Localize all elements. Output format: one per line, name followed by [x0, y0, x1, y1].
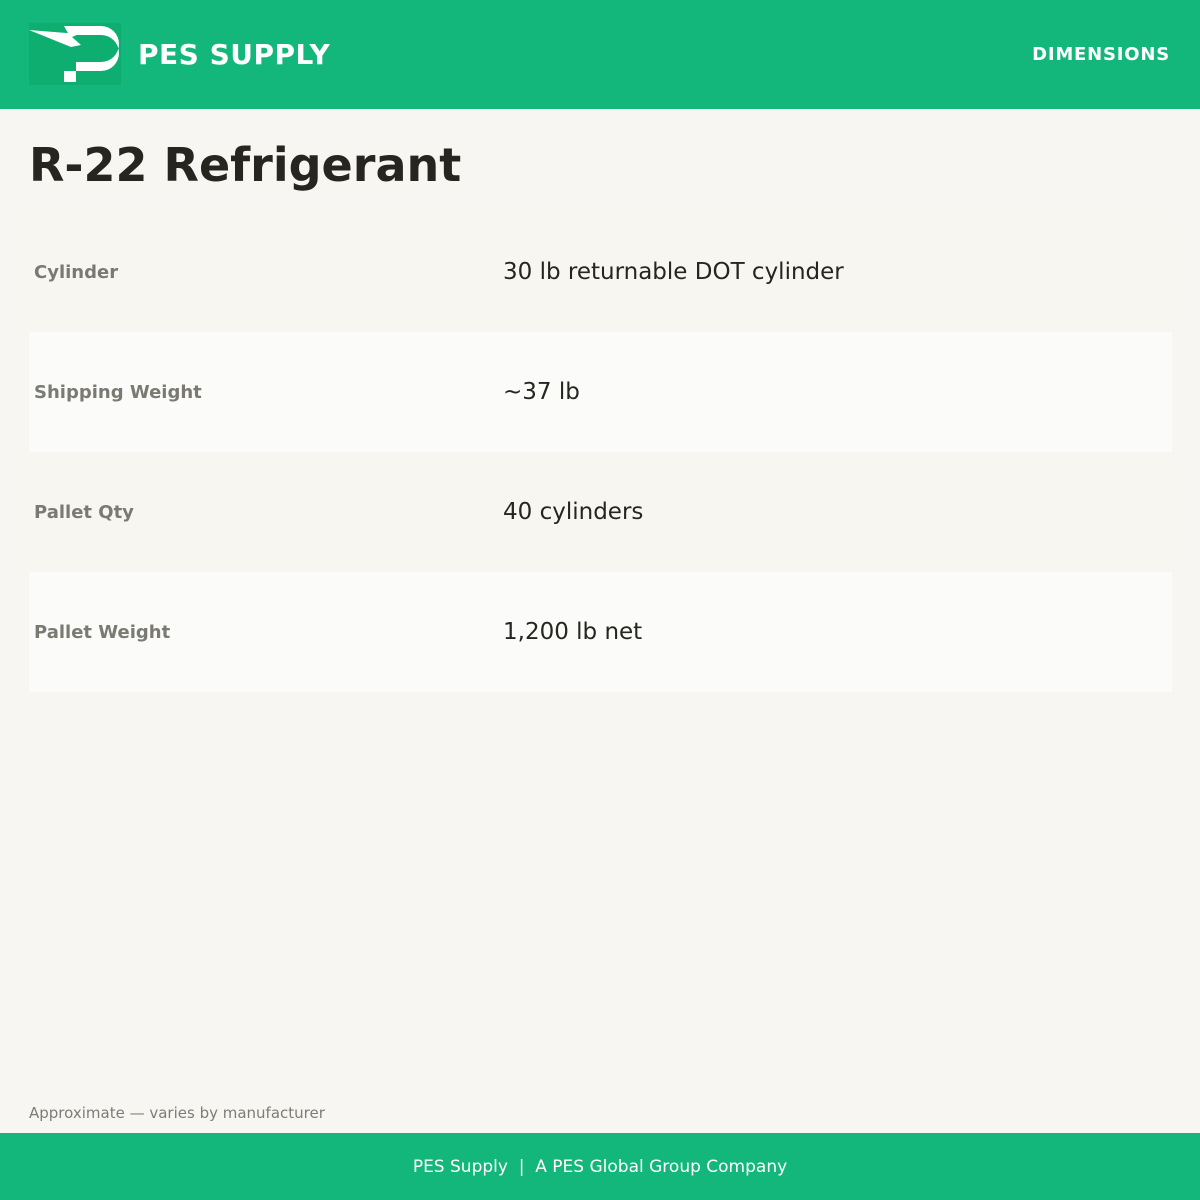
spec-value: 30 lb returnable DOT cylinder [503, 259, 844, 285]
spec-label: Cylinder [34, 261, 119, 283]
footer-text: PES Supply | A PES Global Group Company [412, 1156, 788, 1177]
spec-row-pallet-qty: Pallet Qty 40 cylinders [29, 452, 1172, 572]
spec-table: Cylinder 30 lb returnable DOT cylinder S… [29, 212, 1172, 692]
spec-value: ~37 lb [503, 379, 580, 405]
page-footer: PES Supply | A PES Global Group Company [0, 1133, 1200, 1200]
spec-row-shipping-weight: Shipping Weight ~37 lb [29, 332, 1172, 452]
brand-name: PES SUPPLY [138, 38, 331, 71]
pes-logo-icon [29, 23, 121, 85]
page-header: PES SUPPLY DIMENSIONS [0, 0, 1200, 109]
spec-label: Shipping Weight [34, 381, 202, 403]
spec-label: Pallet Weight [34, 621, 171, 643]
spec-label: Pallet Qty [34, 501, 134, 523]
spec-value: 40 cylinders [503, 499, 644, 525]
spec-value: 1,200 lb net [503, 619, 643, 645]
page-title: R-22 Refrigerant [29, 138, 462, 192]
spec-row-cylinder: Cylinder 30 lb returnable DOT cylinder [29, 212, 1172, 332]
disclaimer-note: Approximate — varies by manufacturer [29, 1104, 325, 1122]
section-label: DIMENSIONS [1032, 44, 1170, 65]
spec-row-pallet-weight: Pallet Weight 1,200 lb net [29, 572, 1172, 692]
